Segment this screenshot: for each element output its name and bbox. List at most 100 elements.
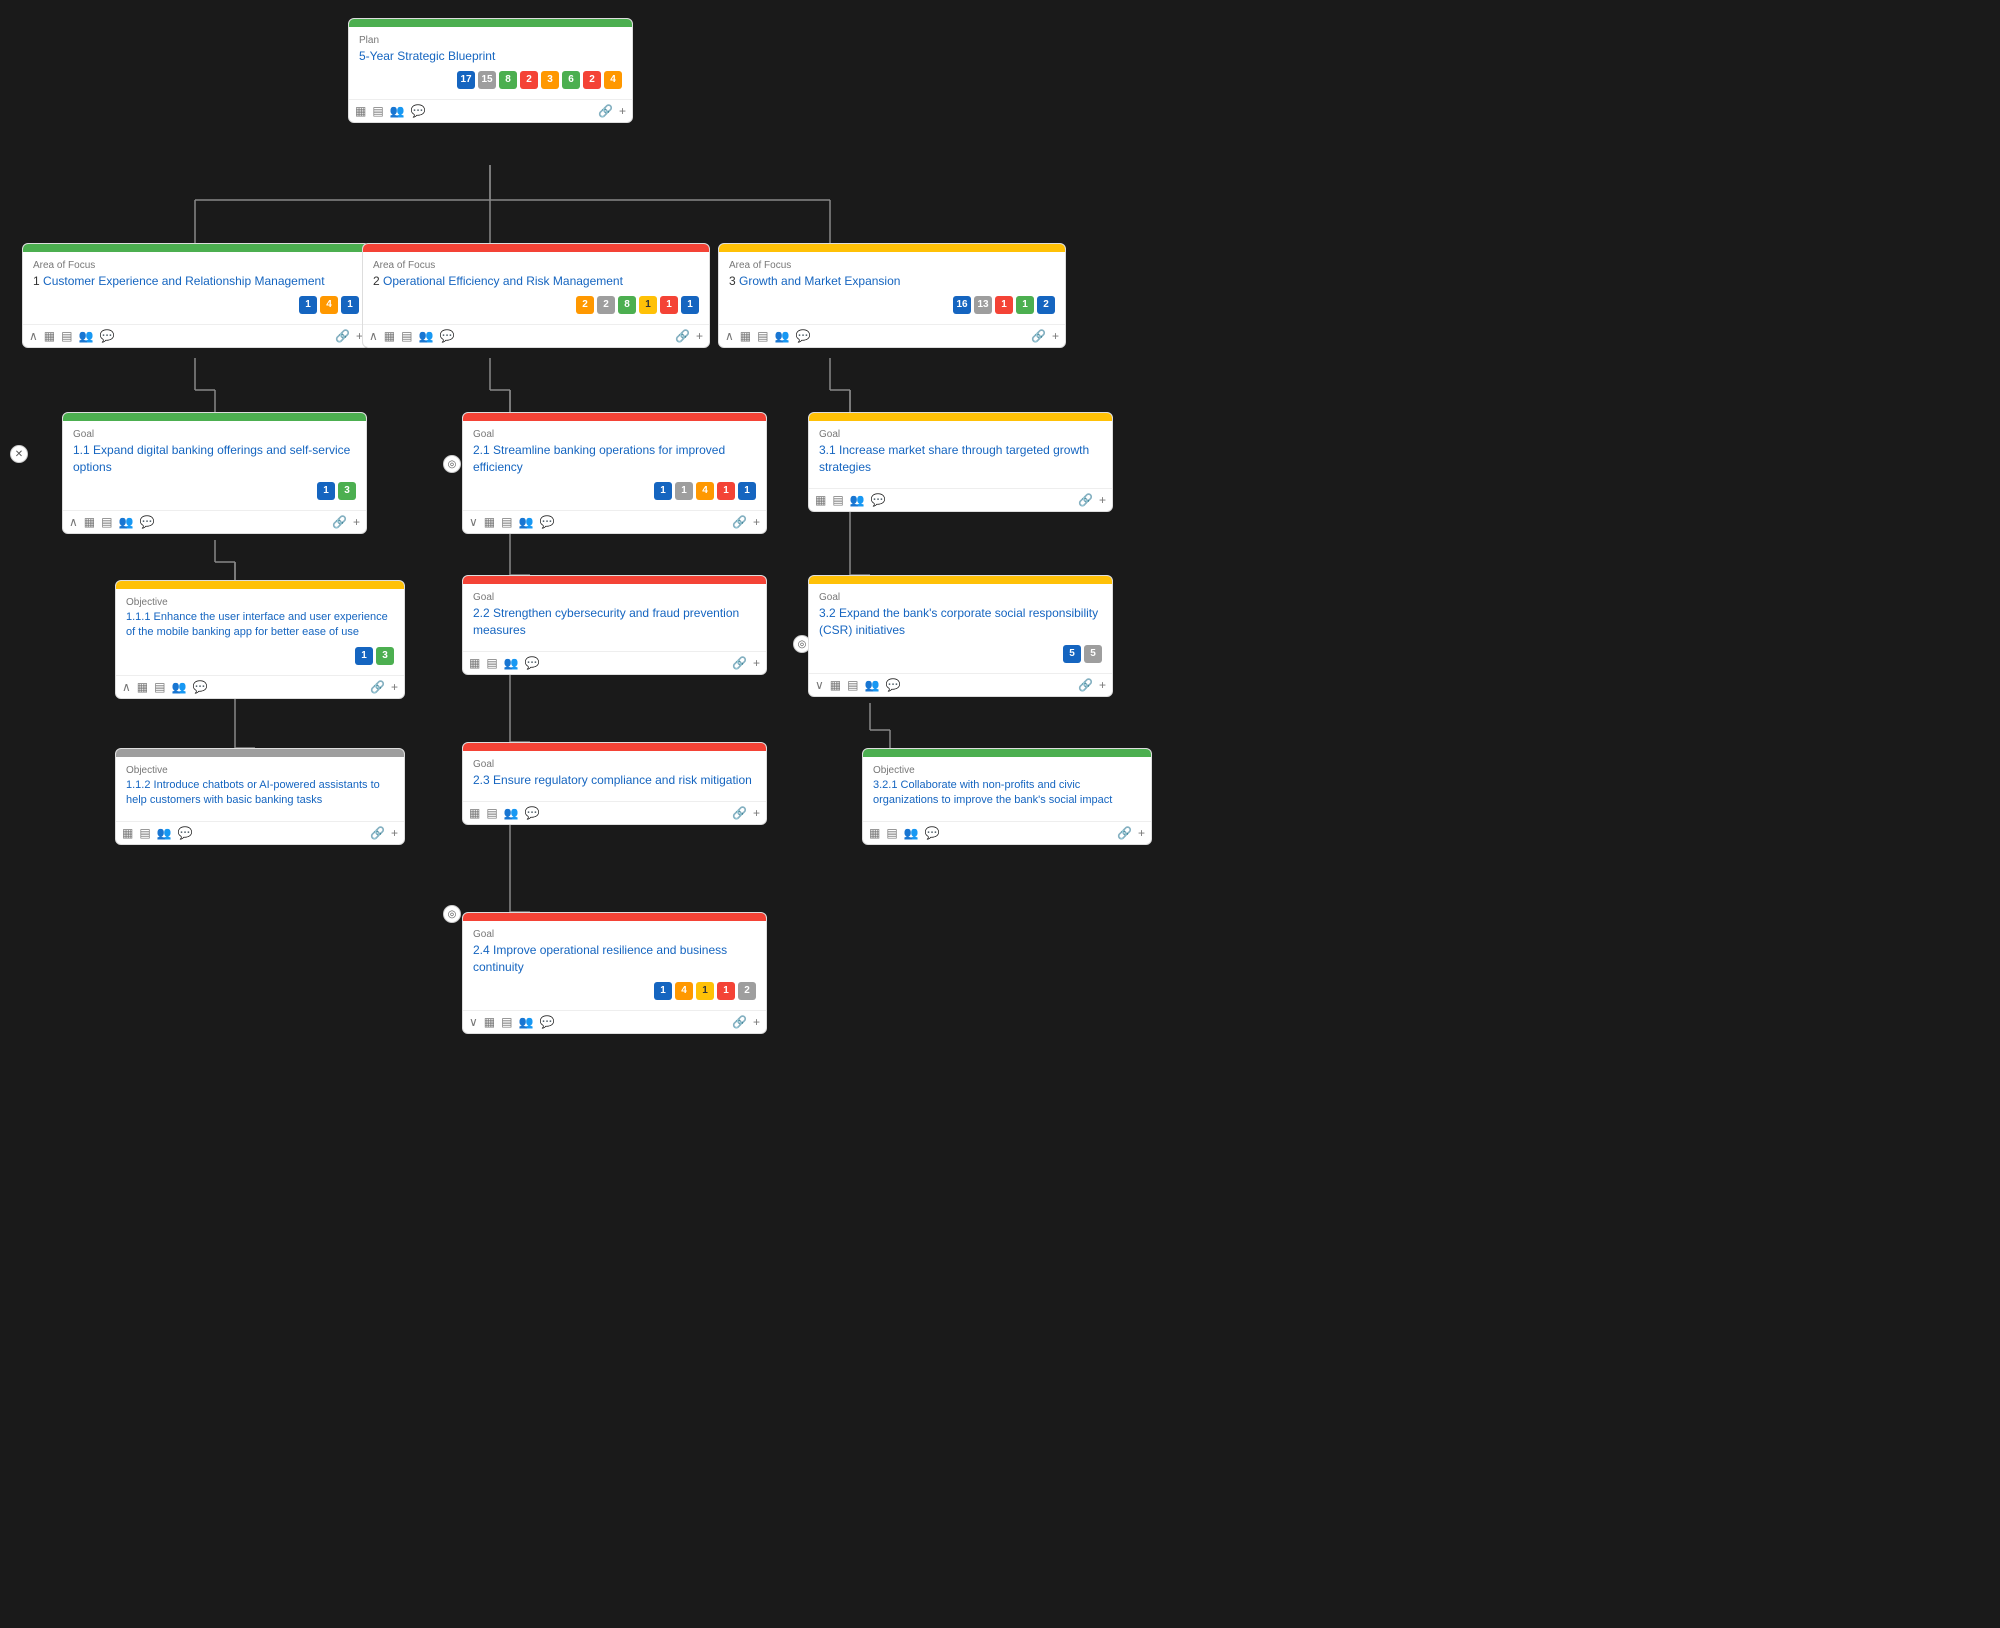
goal11-comment-icon[interactable]: 💬 xyxy=(139,515,154,529)
goal32-link-icon[interactable]: 🔗 xyxy=(1078,678,1093,692)
goal24-link-icon[interactable]: 🔗 xyxy=(732,1015,747,1029)
goal32-calendar-icon[interactable]: ▤ xyxy=(847,678,858,692)
goal23-comment-icon[interactable]: 💬 xyxy=(525,806,540,820)
calendar-icon[interactable]: ▤ xyxy=(372,104,383,118)
goal31-chart-icon[interactable]: ▦ xyxy=(815,493,826,507)
goal32-add-icon[interactable]: + xyxy=(1099,678,1106,692)
obj111-people-icon[interactable]: 👥 xyxy=(171,680,186,694)
obj321-calendar-icon[interactable]: ▤ xyxy=(886,826,897,840)
aof3-comment-icon[interactable]: 💬 xyxy=(795,329,810,343)
obj112-add-icon[interactable]: + xyxy=(391,826,398,840)
goal32-chart-icon[interactable]: ▦ xyxy=(830,678,841,692)
goal24-header xyxy=(463,913,766,921)
obj111-collapse-btn[interactable]: ∧ xyxy=(122,680,131,694)
obj112-people-icon[interactable]: 👥 xyxy=(157,826,172,840)
goal24-expand-circle[interactable]: ◎ xyxy=(443,905,461,923)
obj111-chart-icon[interactable]: ▦ xyxy=(137,680,148,694)
goal21-calendar-icon[interactable]: ▤ xyxy=(501,515,512,529)
obj112-chart-icon[interactable]: ▦ xyxy=(122,826,133,840)
obj321-people-icon[interactable]: 👥 xyxy=(904,826,919,840)
goal22-comment-icon[interactable]: 💬 xyxy=(525,656,540,670)
aof1-people-icon[interactable]: 👥 xyxy=(78,329,93,343)
add-icon[interactable]: + xyxy=(619,104,626,118)
aof1-comment-icon[interactable]: 💬 xyxy=(99,329,114,343)
aof2-chart-icon[interactable]: ▦ xyxy=(384,329,395,343)
aof3-people-icon[interactable]: 👥 xyxy=(774,329,789,343)
obj111-link-icon[interactable]: 🔗 xyxy=(370,680,385,694)
aof2-calendar-icon[interactable]: ▤ xyxy=(401,329,412,343)
goal21-people-icon[interactable]: 👥 xyxy=(518,515,533,529)
goal22-add-icon[interactable]: + xyxy=(753,656,760,670)
obj321-add-icon[interactable]: + xyxy=(1138,826,1145,840)
aof2-comment-icon[interactable]: 💬 xyxy=(439,329,454,343)
aof1-link-icon[interactable]: 🔗 xyxy=(335,329,350,343)
obj111-card: Objective 1.1.1 Enhance the user interfa… xyxy=(115,580,405,699)
goal21-chart-icon[interactable]: ▦ xyxy=(484,515,495,529)
goal32-collapse-btn[interactable]: ∨ xyxy=(815,678,824,692)
goal21-link-icon[interactable]: 🔗 xyxy=(732,515,747,529)
goal11-calendar-icon[interactable]: ▤ xyxy=(101,515,112,529)
goal31-people-icon[interactable]: 👥 xyxy=(850,493,865,507)
obj111-add-icon[interactable]: + xyxy=(391,680,398,694)
goal31-add-icon[interactable]: + xyxy=(1099,493,1106,507)
aof3-add-icon[interactable]: + xyxy=(1052,329,1059,343)
goal31-link-icon[interactable]: 🔗 xyxy=(1078,493,1093,507)
goal24-collapse-btn[interactable]: ∨ xyxy=(469,1015,478,1029)
aof3-collapse-btn[interactable]: ∧ xyxy=(725,329,734,343)
aof3-calendar-icon[interactable]: ▤ xyxy=(757,329,768,343)
obj112-link-icon[interactable]: 🔗 xyxy=(370,826,385,840)
goal24-people-icon[interactable]: 👥 xyxy=(518,1015,533,1029)
aof1-collapse-btn[interactable]: ∧ xyxy=(29,329,38,343)
goal23-add-icon[interactable]: + xyxy=(753,806,760,820)
obj111-calendar-icon[interactable]: ▤ xyxy=(154,680,165,694)
obj321-chart-icon[interactable]: ▦ xyxy=(869,826,880,840)
goal11-collapse-btn[interactable]: ∧ xyxy=(69,515,78,529)
goal24-chart-icon[interactable]: ▦ xyxy=(484,1015,495,1029)
link-icon[interactable]: 🔗 xyxy=(598,104,613,118)
goal22-calendar-icon[interactable]: ▤ xyxy=(486,656,497,670)
goal22-chart-icon[interactable]: ▦ xyxy=(469,656,480,670)
aof1-chart-icon[interactable]: ▦ xyxy=(44,329,55,343)
goal22-link-icon[interactable]: 🔗 xyxy=(732,656,747,670)
goal32-comment-icon[interactable]: 💬 xyxy=(885,678,900,692)
goal23-calendar-icon[interactable]: ▤ xyxy=(486,806,497,820)
aof3-link-icon[interactable]: 🔗 xyxy=(1031,329,1046,343)
obj111-comment-icon[interactable]: 💬 xyxy=(192,680,207,694)
goal11-link-icon[interactable]: 🔗 xyxy=(332,515,347,529)
goal21-comment-icon[interactable]: 💬 xyxy=(539,515,554,529)
goal24-card: Goal 2.4 Improve operational resilience … xyxy=(462,912,767,1034)
goal31-comment-icon[interactable]: 💬 xyxy=(871,493,886,507)
aof2-link-icon[interactable]: 🔗 xyxy=(675,329,690,343)
goal24-add-icon[interactable]: + xyxy=(753,1015,760,1029)
goal32-people-icon[interactable]: 👥 xyxy=(864,678,879,692)
aof1-calendar-icon[interactable]: ▤ xyxy=(61,329,72,343)
goal23-chart-icon[interactable]: ▦ xyxy=(469,806,480,820)
comment-icon[interactable]: 💬 xyxy=(411,104,426,118)
goal23-link-icon[interactable]: 🔗 xyxy=(732,806,747,820)
goal21-expand-circle[interactable]: ◎ xyxy=(443,455,461,473)
goal24-calendar-icon[interactable]: ▤ xyxy=(501,1015,512,1029)
people-icon[interactable]: 👥 xyxy=(390,104,405,118)
aof2-add-icon[interactable]: + xyxy=(696,329,703,343)
goal11-people-icon[interactable]: 👥 xyxy=(118,515,133,529)
goal21-add-icon[interactable]: + xyxy=(753,515,760,529)
goal23-people-icon[interactable]: 👥 xyxy=(504,806,519,820)
obj321-comment-icon[interactable]: 💬 xyxy=(925,826,940,840)
obj321-title: 3.2.1 Collaborate with non-profits and c… xyxy=(873,778,1141,809)
aof1-expand-circle[interactable]: ✕ xyxy=(10,445,28,463)
obj112-calendar-icon[interactable]: ▤ xyxy=(139,826,150,840)
goal31-calendar-icon[interactable]: ▤ xyxy=(832,493,843,507)
chart-icon[interactable]: ▦ xyxy=(355,104,366,118)
aof2-people-icon[interactable]: 👥 xyxy=(418,329,433,343)
goal22-people-icon[interactable]: 👥 xyxy=(504,656,519,670)
obj321-link-icon[interactable]: 🔗 xyxy=(1117,826,1132,840)
obj112-comment-icon[interactable]: 💬 xyxy=(178,826,193,840)
goal24-comment-icon[interactable]: 💬 xyxy=(539,1015,554,1029)
obj112-title: 1.1.2 Introduce chatbots or AI-powered a… xyxy=(126,778,394,809)
aof3-chart-icon[interactable]: ▦ xyxy=(740,329,751,343)
goal11-chart-icon[interactable]: ▦ xyxy=(84,515,95,529)
aof2-collapse-btn[interactable]: ∧ xyxy=(369,329,378,343)
obj111-badges: 1 3 xyxy=(126,647,394,665)
goal11-add-icon[interactable]: + xyxy=(353,515,360,529)
goal21-collapse-btn[interactable]: ∨ xyxy=(469,515,478,529)
